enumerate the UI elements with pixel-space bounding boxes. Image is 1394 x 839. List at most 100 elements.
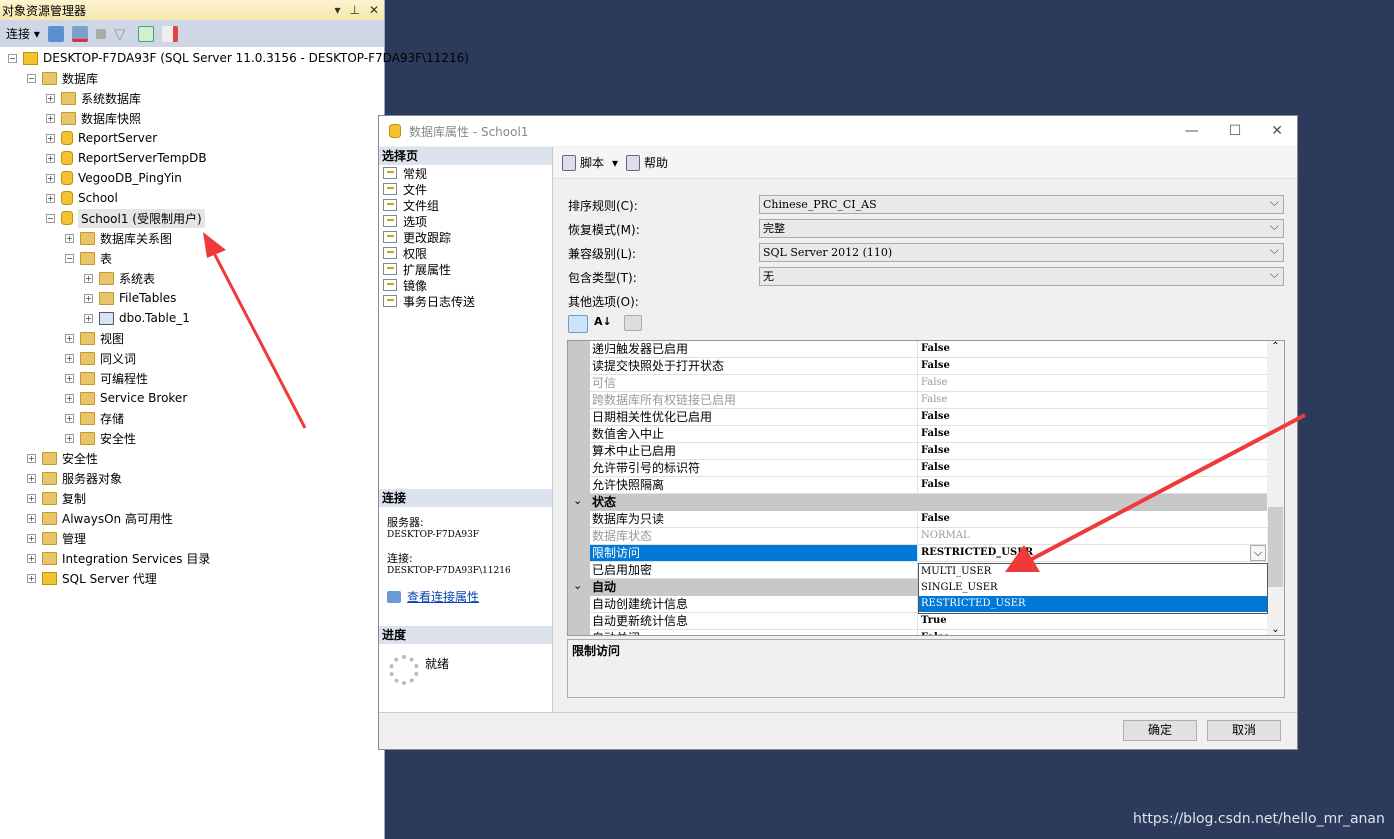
tree-node-label[interactable]: 服务器对象 — [62, 470, 122, 487]
tree-node[interactable]: + Service Broker — [65, 388, 187, 408]
script-dropdown-icon[interactable]: ▾ — [612, 156, 618, 170]
grid-row[interactable]: 允许快照隔离 False — [568, 477, 1268, 494]
cancel-button[interactable]: 取消 — [1207, 720, 1281, 741]
compatibility-level-select[interactable]: SQL Server 2012 (110) — [759, 242, 1284, 262]
tree-node-label[interactable]: 存储 — [100, 410, 124, 427]
property-value[interactable]: False — [918, 341, 1268, 358]
tree-node[interactable]: + FileTables — [84, 288, 176, 308]
stop-icon[interactable] — [95, 28, 106, 39]
tree-node-label[interactable]: FileTables — [119, 291, 176, 305]
property-value[interactable]: True — [918, 613, 1268, 630]
property-value[interactable]: RESTRICTED_USER — [918, 545, 1268, 562]
connect-button[interactable]: 连接 ▾ — [6, 25, 40, 42]
disconnect-icon[interactable] — [71, 25, 88, 42]
expand-icon[interactable]: + — [46, 153, 55, 163]
tree-node[interactable]: + 系统数据库 — [46, 88, 141, 108]
tree-node-label[interactable]: DESKTOP-F7DA93F (SQL Server 11.0.3156 - … — [43, 51, 469, 65]
grid-row[interactable]: 自动更新统计信息 True — [568, 613, 1268, 630]
collation-select[interactable]: Chinese_PRC_CI_AS — [759, 194, 1284, 214]
tree-node[interactable]: + 服务器对象 — [27, 468, 122, 488]
minimize-button[interactable]: — — [1185, 123, 1199, 139]
tree-node-label[interactable]: 复制 — [62, 490, 86, 507]
property-value[interactable]: False — [918, 477, 1268, 494]
tree-node[interactable]: − 数据库 — [27, 68, 98, 88]
expand-icon[interactable]: + — [46, 133, 55, 143]
expand-icon[interactable]: + — [65, 353, 74, 363]
grid-row[interactable]: 数值舍入中止 False — [568, 426, 1268, 443]
property-pages-icon[interactable] — [623, 315, 642, 331]
containment-type-select[interactable]: 无 — [759, 266, 1284, 286]
connect-icon[interactable] — [47, 25, 64, 42]
tree-node-label[interactable]: 系统数据库 — [81, 90, 141, 107]
tree-node-label[interactable]: School1 (受限制用户) — [78, 208, 205, 228]
close-icon[interactable]: ✕ — [369, 3, 379, 17]
tree-node-label[interactable]: 可编程性 — [100, 370, 148, 387]
tree-node-label[interactable]: 安全性 — [62, 450, 98, 467]
grid-row[interactable]: 跨数据库所有权链接已启用 False — [568, 392, 1268, 409]
tree-node-label[interactable]: 同义词 — [100, 350, 136, 367]
grid-row[interactable]: 日期相关性优化已启用 False — [568, 409, 1268, 426]
page-item[interactable]: 扩展属性 — [379, 261, 552, 277]
tree-node[interactable]: + SQL Server 代理 — [27, 568, 157, 588]
dropdown-arrow-icon[interactable]: ⌵ — [1250, 545, 1266, 561]
expand-icon[interactable]: + — [65, 373, 74, 383]
tree-node-label[interactable]: Service Broker — [100, 391, 187, 405]
tree-node-label[interactable]: 数据库快照 — [81, 110, 141, 127]
grid-row[interactable]: 算术中止已启用 False — [568, 443, 1268, 460]
property-value[interactable]: False — [918, 358, 1268, 375]
tree-node[interactable]: + 存储 — [65, 408, 124, 428]
expand-icon[interactable]: + — [65, 433, 74, 443]
tree-node-label[interactable]: SQL Server 代理 — [62, 570, 157, 587]
grid-category[interactable]: ⌄ 状态 — [568, 494, 1268, 511]
expand-icon[interactable]: + — [27, 513, 36, 523]
tree-node-label[interactable]: ReportServer — [78, 131, 157, 145]
tree-node-label[interactable]: 管理 — [62, 530, 86, 547]
property-value[interactable]: False — [918, 511, 1268, 528]
collapse-category-icon[interactable]: ⌄ — [573, 579, 582, 592]
page-item[interactable]: 镜像 — [379, 277, 552, 293]
tree-node-label[interactable]: 数据库 — [62, 70, 98, 87]
view-connection-properties-link[interactable]: 查看连接属性 — [407, 591, 479, 603]
tree-node[interactable]: + 安全性 — [27, 448, 98, 468]
tree-node-label[interactable]: School — [78, 191, 118, 205]
tree-node[interactable]: − School1 (受限制用户) — [46, 208, 205, 228]
ok-button[interactable]: 确定 — [1123, 720, 1197, 741]
grid-scrollbar[interactable]: ⌃ ⌄ — [1267, 341, 1284, 635]
tree-node[interactable]: + 同义词 — [65, 348, 136, 368]
close-button[interactable]: ✕ — [1271, 123, 1283, 139]
property-value[interactable]: NORMAL — [918, 528, 1268, 545]
tree-node[interactable]: + VegooDB_PingYin — [46, 168, 182, 188]
tree-node-label[interactable]: Integration Services 目录 — [62, 550, 210, 567]
tree-node-label[interactable]: 系统表 — [119, 270, 155, 287]
tree-node[interactable]: + 可编程性 — [65, 368, 148, 388]
expand-icon[interactable]: + — [65, 393, 74, 403]
property-value[interactable]: False — [918, 375, 1268, 392]
tree-node[interactable]: + Integration Services 目录 — [27, 548, 210, 568]
expand-icon[interactable]: + — [46, 193, 55, 203]
expand-icon[interactable]: + — [84, 313, 93, 323]
expand-icon[interactable]: + — [65, 413, 74, 423]
expand-icon[interactable]: + — [27, 533, 36, 543]
tree-node[interactable]: + 安全性 — [65, 428, 136, 448]
tree-node-label[interactable]: 安全性 — [100, 430, 136, 447]
sort-alphabetical-icon[interactable]: A↓ — [594, 315, 612, 333]
grid-row[interactable]: 数据库为只读 False — [568, 511, 1268, 528]
property-value[interactable]: False — [918, 460, 1268, 477]
grid-row[interactable]: 限制访问 RESTRICTED_USER ⌵ — [568, 545, 1268, 562]
help-button[interactable]: 帮助 — [644, 154, 668, 171]
expand-icon[interactable]: + — [65, 333, 74, 343]
tree-node[interactable]: + 视图 — [65, 328, 124, 348]
grid-row[interactable]: 自动关闭False — [568, 630, 1268, 635]
collapse-icon[interactable]: − — [27, 73, 36, 83]
dropdown-option[interactable]: MULTI_USER — [919, 564, 1267, 580]
expand-icon[interactable]: + — [84, 273, 93, 283]
tree-node[interactable]: + School — [46, 188, 118, 208]
property-value[interactable]: False — [918, 630, 1268, 635]
collapse-icon[interactable]: − — [8, 53, 17, 63]
property-value[interactable]: False — [918, 392, 1268, 409]
tree-node[interactable]: + ReportServer — [46, 128, 157, 148]
tree-node-label[interactable]: 数据库关系图 — [100, 230, 172, 247]
expand-icon[interactable]: + — [27, 473, 36, 483]
expand-icon[interactable]: + — [46, 113, 55, 123]
collapse-category-icon[interactable]: ⌄ — [573, 494, 582, 507]
